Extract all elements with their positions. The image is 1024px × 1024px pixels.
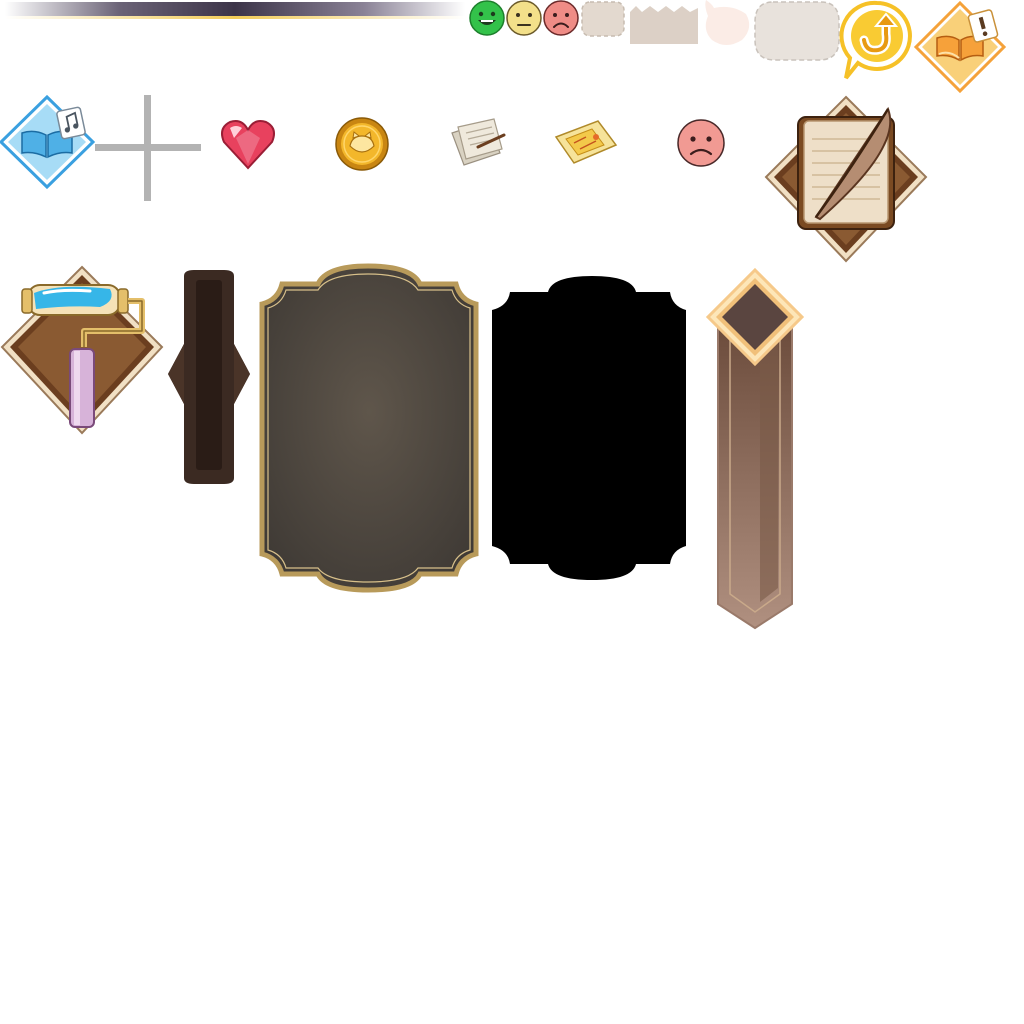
narrow-panel [166,268,252,486]
paint-roller-icon[interactable] [0,265,164,435]
gold-coin-icon [334,116,390,172]
story-alert-icon[interactable] [913,0,1008,95]
papers-icon [448,115,508,167]
sad-face-icon-large [676,118,726,168]
map-icon [552,115,620,169]
refresh-icon[interactable] [839,0,914,82]
crosshair [95,95,201,201]
quill-notebook-icon[interactable] [764,95,928,265]
heart-gem-icon [220,118,276,172]
faint-speech-bubble [702,0,752,48]
sad-face-icon [543,0,579,36]
banner-pillar [705,267,805,630]
neutral-face-icon [506,0,542,36]
happy-face-icon [469,0,505,36]
ornate-frame [256,263,482,593]
torn-box [628,2,700,46]
black-frame [490,276,694,582]
gradient-bar [5,0,465,22]
dashed-speech-bubble [753,0,841,62]
dashed-box [580,0,626,38]
music-book-icon[interactable] [0,94,96,190]
